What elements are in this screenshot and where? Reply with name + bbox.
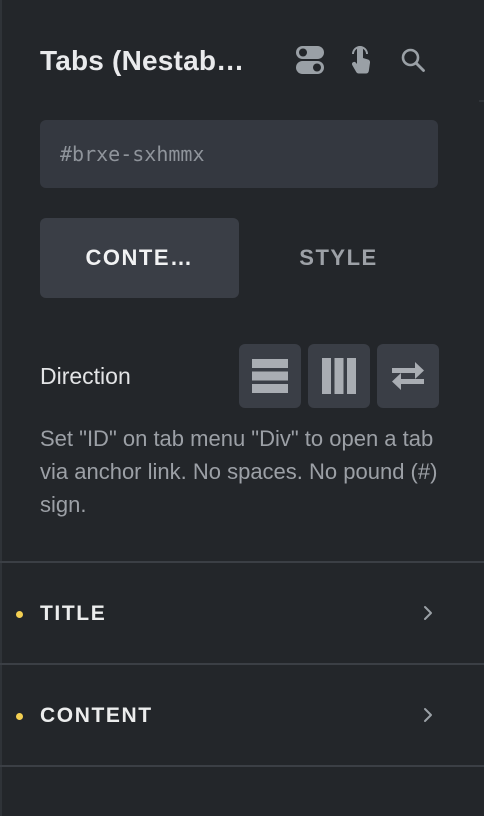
reverse-icon (392, 362, 424, 390)
control-group-content[interactable]: CONTENT (0, 665, 484, 765)
modified-indicator (16, 713, 23, 720)
tab-style[interactable]: STYLE (239, 218, 438, 298)
tab-content[interactable]: CONTE… (40, 218, 239, 298)
control-group-title[interactable]: TITLE (0, 563, 484, 663)
panel-edge-mark (479, 100, 484, 102)
panel-header: Tabs (Nestab… (40, 40, 440, 82)
rows-icon (252, 359, 288, 393)
toggle-icon[interactable] (295, 45, 325, 75)
pointer-hand-icon[interactable] (346, 45, 376, 75)
element-settings-panel: Tabs (Nestab… #brxe-sxhmmx CONTE… STYLE … (0, 0, 484, 816)
modified-indicator (16, 611, 23, 618)
direction-rows-button[interactable] (239, 344, 301, 408)
element-id-value: #brxe-sxhmmx (60, 142, 205, 166)
chevron-right-icon (418, 703, 438, 727)
control-group-label: CONTENT (40, 704, 153, 727)
chevron-right-icon (418, 601, 438, 625)
direction-reverse-button[interactable] (377, 344, 439, 408)
element-id-field[interactable]: #brxe-sxhmmx (40, 120, 438, 188)
section-divider (0, 765, 484, 767)
search-icon[interactable] (398, 45, 428, 75)
element-title: Tabs (Nestab… (40, 45, 245, 76)
columns-icon (322, 358, 356, 394)
direction-columns-button[interactable] (308, 344, 370, 408)
direction-label: Direction (40, 363, 131, 389)
control-group-label: TITLE (40, 602, 107, 625)
direction-help-text: Set "ID" on tab menu "Div" to open a tab… (40, 426, 438, 517)
